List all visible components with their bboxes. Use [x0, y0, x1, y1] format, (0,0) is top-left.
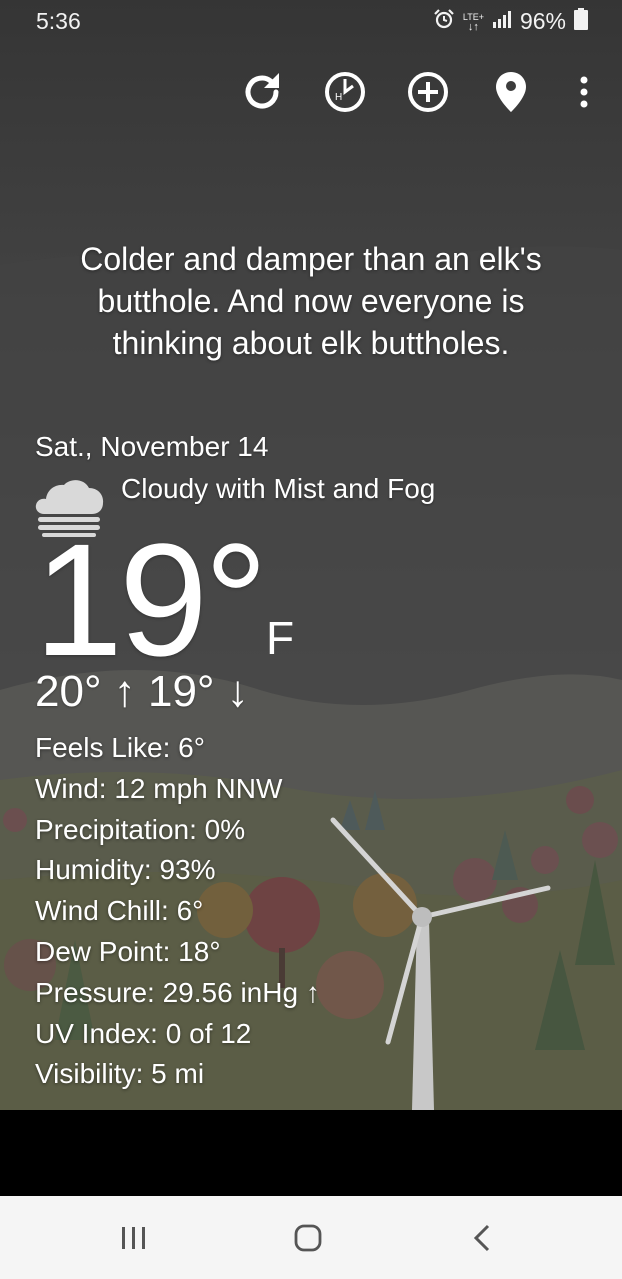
status-time: 5:36 [36, 8, 81, 34]
more-vert-icon [580, 76, 588, 108]
recents-icon [122, 1227, 145, 1249]
temperature-unit: F [266, 612, 295, 664]
location-pin-icon [496, 72, 526, 112]
condition-text: Cloudy with Mist and Fog [121, 473, 436, 504]
humidity: Humidity: 93% [35, 854, 216, 886]
history-icon: H [325, 72, 365, 112]
wind-chill: Wind Chill: 6° [35, 895, 204, 927]
forecast-headline: Colder and damper than an elk's butthole… [80, 241, 542, 361]
alarm-icon [433, 8, 455, 35]
status-bar: 5:36 LTE+ ↓↑ 96% [0, 0, 622, 44]
more-options-button[interactable] [560, 68, 608, 116]
signal-icon [492, 9, 512, 34]
location-button[interactable] [487, 68, 535, 116]
high-low-temperature: 20° ↑ 19° ↓ [35, 667, 249, 716]
battery-percent: 96% [519, 8, 566, 34]
weather-details: Feels Like: 6° Wind: 12 mph NNW Precipit… [35, 728, 320, 1095]
precipitation: Precipitation: 0% [35, 813, 246, 845]
network-label: LTE+ [462, 11, 484, 22]
dew-point: Dew Point: 18° [35, 935, 221, 967]
pressure: Pressure: 29.56 inHg ↑ [35, 976, 320, 1008]
forecast-date: Sat., November 14 [35, 431, 269, 462]
current-temperature: 19° [34, 510, 268, 689]
feels-like: Feels Like: 6° [35, 732, 205, 763]
uv-index: UV Index: 0 of 12 [35, 1017, 252, 1049]
visibility: Visibility: 5 mi [35, 1058, 205, 1090]
toolbar: H [0, 68, 622, 116]
lte-icon: LTE+ ↓↑ [462, 11, 484, 33]
battery-icon [574, 8, 588, 35]
recents-button[interactable] [112, 1216, 156, 1260]
home-button[interactable] [286, 1216, 330, 1260]
system-nav-bar [0, 1196, 622, 1279]
history-button[interactable]: H [321, 68, 369, 116]
back-icon [473, 1224, 490, 1252]
status-icons: LTE+ ↓↑ 96% [433, 8, 588, 35]
add-location-button[interactable] [404, 68, 452, 116]
wind: Wind: 12 mph NNW [35, 772, 283, 804]
svg-text:H: H [335, 92, 342, 103]
refresh-icon [245, 73, 279, 109]
weather-screen: 5:36 LTE+ ↓↑ 96% H Colder and damper tha… [0, 0, 622, 1110]
back-button[interactable] [460, 1216, 504, 1260]
refresh-button[interactable] [238, 68, 286, 116]
home-icon [294, 1224, 322, 1252]
add-location-icon [408, 72, 448, 112]
